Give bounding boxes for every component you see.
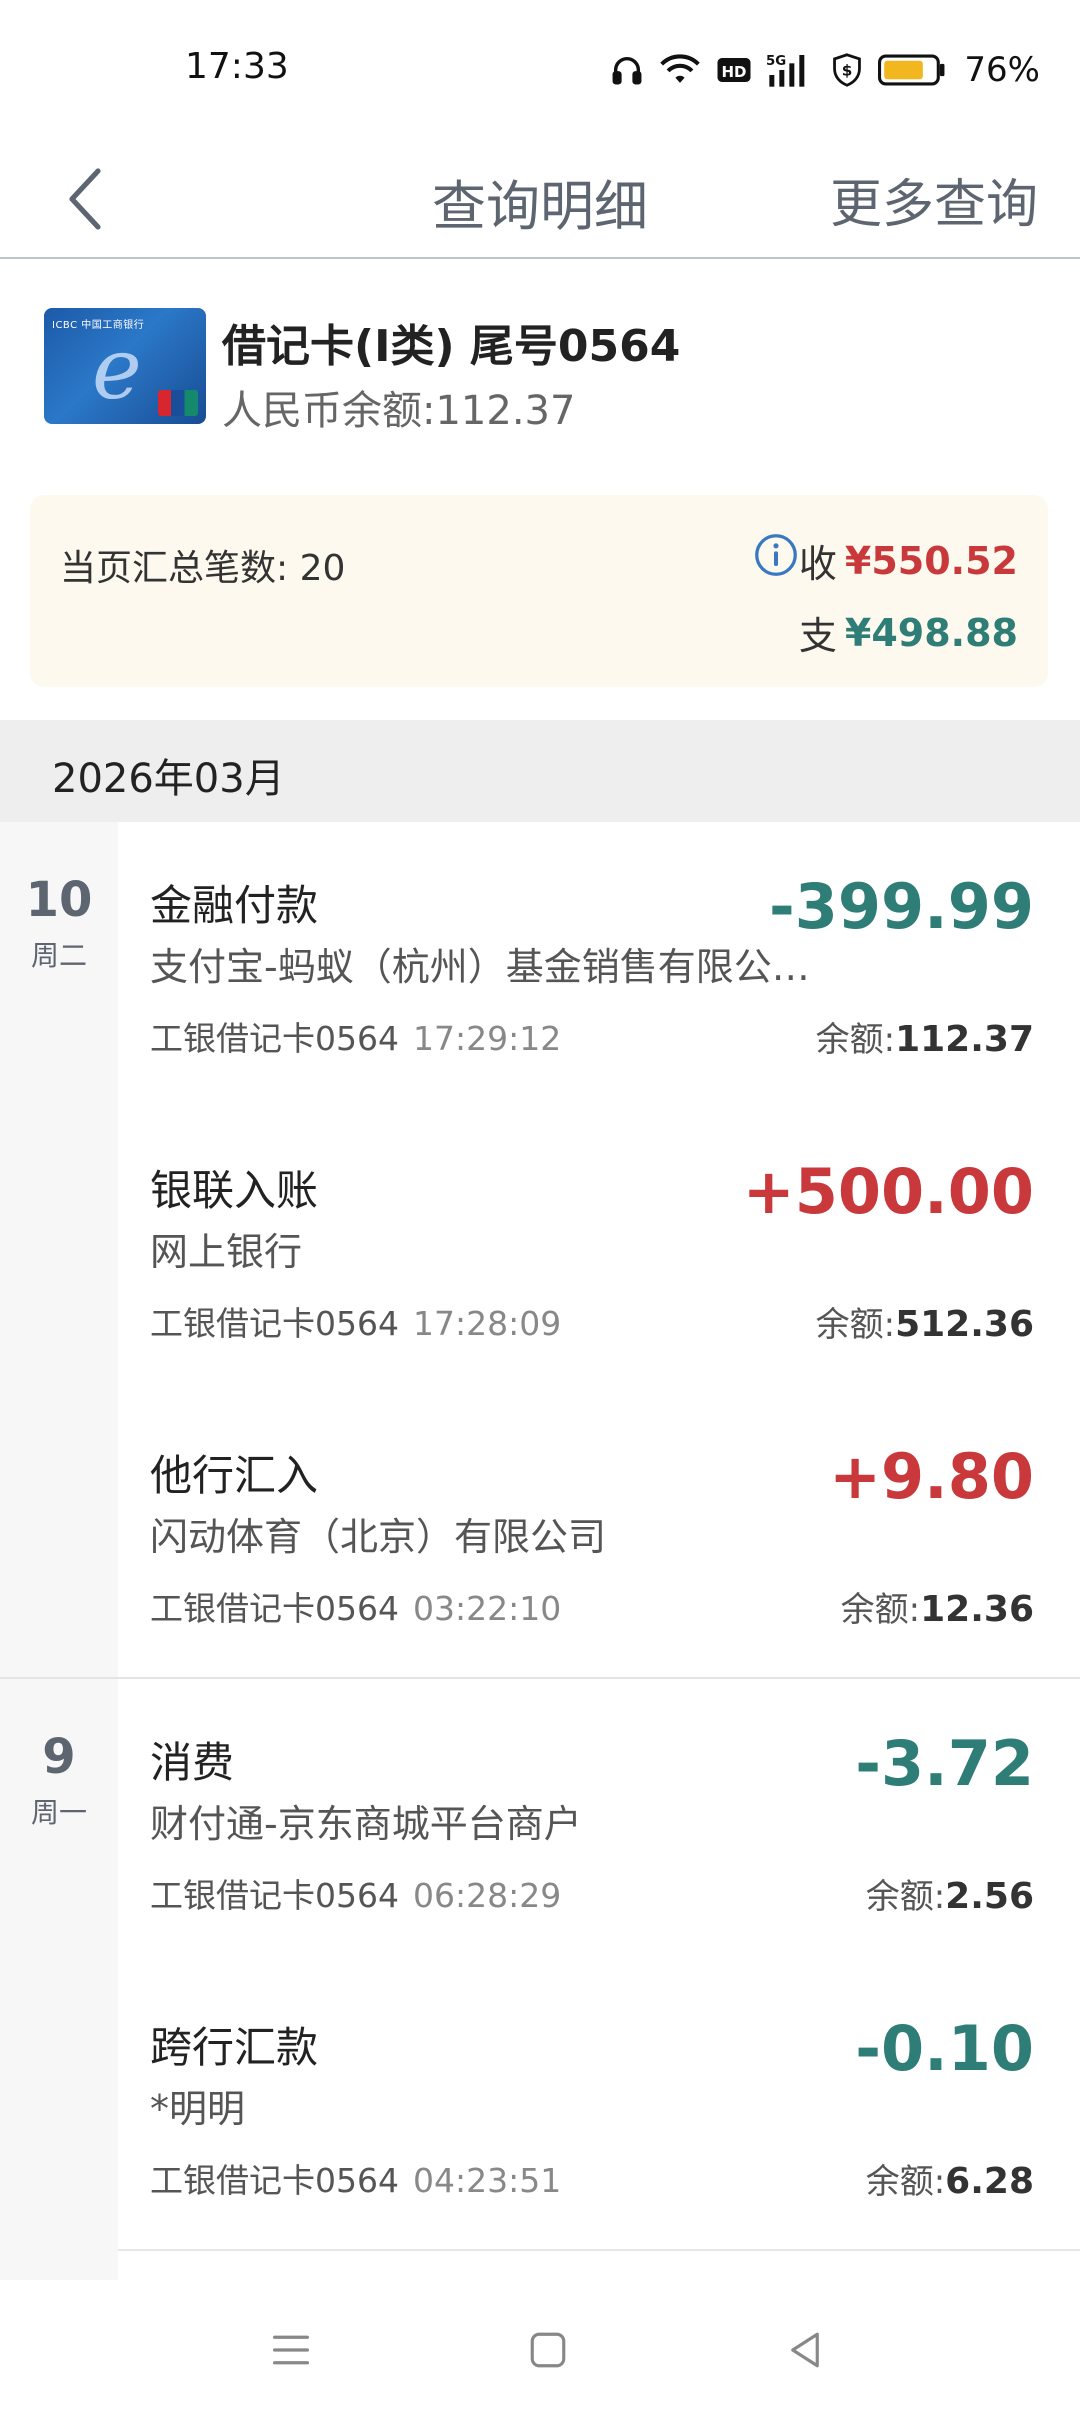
transaction-desc: 财付通-京东商城平台商户 (150, 1802, 582, 1846)
summary-box: 当页汇总笔数: 20 收 ¥550.52 支 ¥498.88 (30, 495, 1048, 687)
transaction-row[interactable]: 金融付款 支付宝-蚂蚁（杭州）基金销售有限公… 工银借记卡0564 17:29:1… (118, 822, 1080, 1109)
card-label: 工银借记卡0564 (150, 2161, 399, 2200)
transaction-type: 消费 (150, 1738, 235, 1787)
battery-percent: 76% (964, 50, 1040, 90)
transaction-desc: 网上银行 (150, 1230, 303, 1274)
unionpay-logo (158, 390, 198, 416)
expense-label: 支 (798, 614, 837, 658)
transaction-balance: 余额:512.36 (816, 1297, 1034, 1346)
card-label: 工银借记卡0564 (150, 1019, 399, 1058)
month-label: 2026年03月 (52, 756, 285, 802)
card-info: ICBC 中国工商银行 e 借记卡(I类) 尾号0564 人民币余额:112.3… (0, 260, 1080, 490)
transaction-row[interactable]: 银联入账 网上银行 工银借记卡0564 17:28:09 +500.00 余额:5… (118, 1107, 1080, 1394)
transaction-card: 工银借记卡0564 17:29:12 (150, 1012, 561, 1060)
balance-label: 余额: (865, 1877, 946, 1917)
balance-value: 12.36 (920, 1589, 1034, 1630)
month-header: 2026年03月 (0, 720, 1080, 822)
day-number: 10 (25, 872, 93, 928)
header: 查询明细 更多查询 (0, 140, 1080, 259)
transaction-row[interactable]: 他行汇入 闪动体育（北京）有限公司 工银借记卡0564 03:22:10 +9.8… (118, 1392, 1080, 1679)
card-balance: 人民币余额:112.37 (222, 388, 576, 434)
expense-amount: ¥498.88 (844, 610, 1018, 655)
card-label: 工银借记卡0564 (150, 1304, 399, 1343)
hd-icon: HD (716, 55, 752, 85)
balance-label: 余额: (840, 1590, 921, 1630)
transaction-time: 04:23:51 (412, 2161, 562, 2200)
balance-value: 6.28 (945, 2161, 1034, 2202)
status-icons: HD 5G $ 76% (610, 46, 1040, 94)
home-square-icon (530, 2332, 566, 2368)
transaction-card: 工银借记卡0564 17:28:09 (150, 1297, 561, 1345)
transaction-balance: 余额:2.56 (866, 1869, 1034, 1918)
transaction-type: 银联入账 (150, 1166, 319, 1215)
day-column: 9 周一 (0, 1679, 118, 2280)
wifi-icon (658, 53, 702, 87)
transaction-desc: 闪动体育（北京）有限公司 (150, 1515, 607, 1559)
info-icon[interactable] (754, 533, 798, 577)
card-label: 工银借记卡0564 (150, 1876, 399, 1915)
more-query-button[interactable]: 更多查询 (830, 162, 1038, 237)
svg-text:HD: HD (722, 63, 747, 81)
menu-button[interactable] (261, 2320, 321, 2380)
transaction-balance: 余额:6.28 (866, 2154, 1034, 2203)
balance-label: 余额: (815, 1020, 896, 1060)
system-nav-bar (0, 2280, 1080, 2412)
summary-count: 当页汇总笔数: 20 (60, 548, 346, 589)
svg-text:5G: 5G (766, 54, 786, 69)
transaction-amount: -3.72 (855, 1727, 1034, 1800)
transaction-card: 工银借记卡0564 03:22:10 (150, 1582, 561, 1630)
5g-signal-icon: 5G (766, 51, 816, 89)
svg-text:$: $ (842, 62, 853, 80)
card-label: 工银借记卡0564 (150, 1589, 399, 1628)
card-logo-e: e (92, 320, 142, 418)
transaction-balance: 余额:12.36 (841, 1582, 1034, 1631)
transaction-amount: -399.99 (769, 870, 1034, 943)
transaction-type: 金融付款 (150, 881, 319, 930)
back-triangle-icon (791, 2332, 819, 2368)
income-summary: 收 ¥550.52 (799, 533, 1018, 588)
transaction-balance: 余额:112.37 (816, 1012, 1034, 1061)
transaction-time: 06:28:29 (412, 1876, 562, 1915)
bank-card-image: ICBC 中国工商银行 e (44, 308, 206, 424)
day-weekday: 周二 (30, 939, 87, 972)
transaction-desc: 支付宝-蚂蚁（杭州）基金销售有限公… (150, 945, 810, 989)
balance-label: 余额: (815, 1305, 896, 1345)
transaction-amount: +9.80 (829, 1440, 1034, 1513)
transaction-card: 工银借记卡0564 04:23:51 (150, 2154, 561, 2202)
balance-value: 2.56 (945, 1876, 1034, 1917)
transaction-row[interactable]: 跨行汇款 *明明 工银借记卡0564 04:23:51 -0.10 余额:6.28 (118, 1964, 1080, 2251)
headphones-icon (610, 53, 644, 87)
transaction-desc: *明明 (150, 2087, 246, 2131)
battery-icon (878, 53, 946, 87)
transaction-amount: -0.10 (855, 2012, 1034, 2085)
transaction-time: 03:22:10 (412, 1589, 562, 1628)
back-nav-button[interactable] (775, 2320, 835, 2380)
home-button[interactable] (518, 2320, 578, 2380)
status-bar: 17:33 HD 5G $ 76% (0, 0, 1080, 140)
transaction-card: 工银借记卡0564 06:28:29 (150, 1869, 561, 1917)
status-time: 17:33 (185, 46, 289, 87)
income-label: 收 (798, 542, 837, 586)
shield-dollar-icon: $ (830, 52, 864, 88)
transaction-time: 17:28:09 (412, 1304, 562, 1343)
income-amount: ¥550.52 (844, 538, 1018, 583)
transaction-type: 跨行汇款 (150, 2023, 319, 2072)
balance-value: 512.36 (895, 1304, 1034, 1345)
transaction-time: 17:29:12 (412, 1019, 562, 1058)
day-column: 10 周二 (0, 822, 118, 1677)
menu-icon (273, 2335, 309, 2365)
balance-label: 余额: (865, 2162, 946, 2202)
transaction-type: 他行汇入 (150, 1451, 319, 1500)
transaction-row[interactable]: 消费 财付通-京东商城平台商户 工银借记卡0564 06:28:29 -3.72 … (118, 1679, 1080, 1966)
day-number: 9 (42, 1729, 76, 1785)
transaction-amount: +500.00 (742, 1155, 1034, 1228)
balance-value: 112.37 (895, 1019, 1034, 1060)
card-name: 借记卡(I类) 尾号0564 (222, 321, 681, 372)
transaction-list[interactable]: 10 周二 金融付款 支付宝-蚂蚁（杭州）基金销售有限公… 工银借记卡0564 1… (0, 822, 1080, 2280)
day-weekday: 周一 (30, 1796, 87, 1829)
expense-summary: 支 ¥498.88 (799, 605, 1018, 660)
